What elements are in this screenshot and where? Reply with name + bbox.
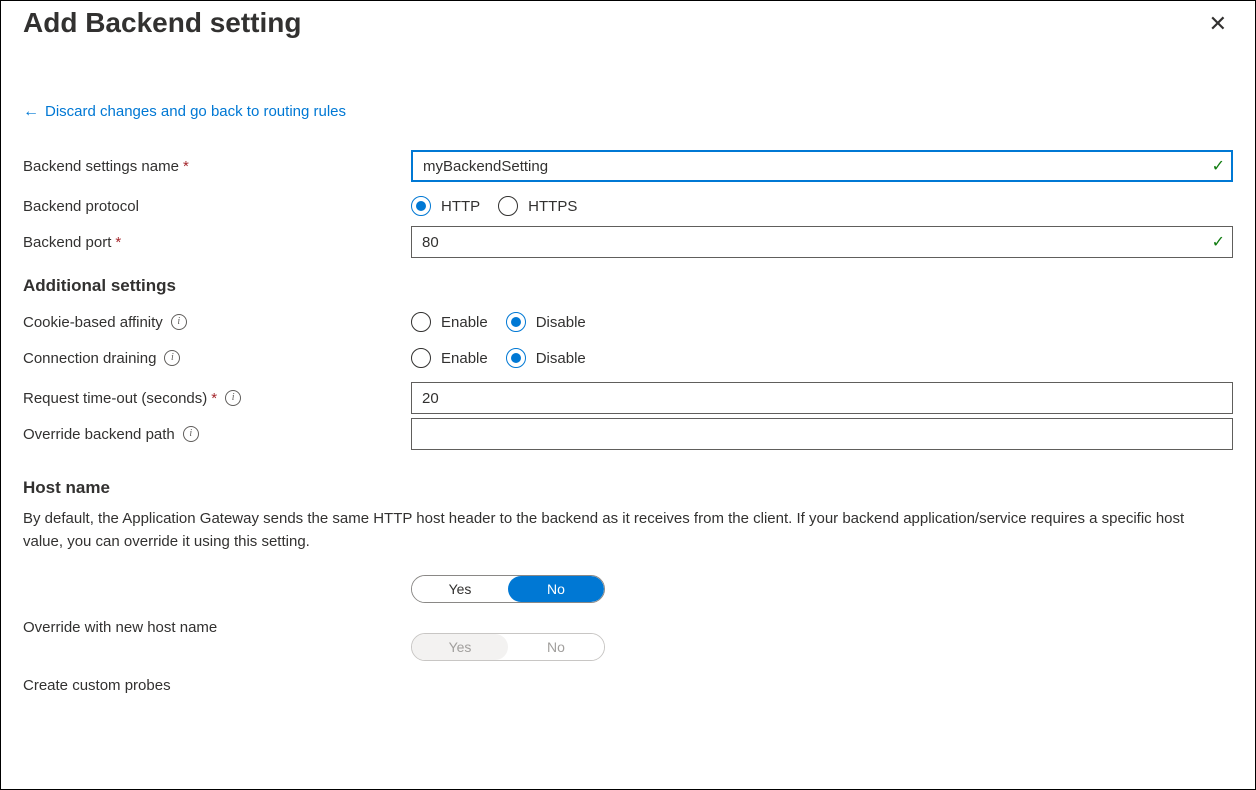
field-request-timeout [411,382,1233,414]
field-cookie-affinity: Enable Disable [411,312,1233,332]
radio-circle-icon [506,312,526,332]
label-text: Backend protocol [23,198,139,215]
form: Backend settings name * ✓ Backend protoc… [23,150,1233,701]
radio-label: HTTP [441,198,480,215]
radio-label: Enable [441,314,488,331]
radio-group-protocol: HTTP HTTPS [411,196,577,216]
row-override-backend-path: Override backend path i [23,418,1233,450]
toggle-host-override-yes[interactable]: Yes [412,576,508,602]
page-title: Add Backend setting [23,7,301,39]
field-override-host-name: Yes No Yes No [411,575,1233,661]
host-name-description: By default, the Application Gateway send… [23,508,1203,553]
label-text: Create custom probes [23,677,171,694]
row-create-custom-probes: Create custom probes [23,669,1233,701]
radio-cookie-enable[interactable]: Enable [411,312,488,332]
radio-https[interactable]: HTTPS [498,196,577,216]
radio-label: Enable [441,350,488,367]
label-backend-protocol: Backend protocol [23,198,411,215]
label-text: Request time-out (seconds) [23,390,207,407]
radio-group-connection-draining: Enable Disable [411,348,586,368]
close-button[interactable]: ✕ [1203,7,1233,41]
info-icon[interactable]: i [183,426,199,442]
label-text: Override backend path [23,426,175,443]
label-override-backend-path: Override backend path i [23,426,411,443]
radio-circle-icon [506,348,526,368]
toggle-host-override: Yes No [411,575,605,603]
radio-label: Disable [536,314,586,331]
required-asterisk: * [211,390,217,407]
label-cookie-affinity: Cookie-based affinity i [23,314,411,331]
override-backend-path-input[interactable] [411,418,1233,450]
checkmark-icon: ✓ [1212,232,1225,252]
input-wrap: ✓ [411,226,1233,258]
row-backend-settings-name: Backend settings name * ✓ [23,150,1233,182]
label-backend-settings-name: Backend settings name * [23,158,411,175]
add-backend-setting-panel: Add Backend setting ✕ ← Discard changes … [0,0,1256,790]
label-text: Cookie-based affinity [23,314,163,331]
toggle-host-override-no[interactable]: No [508,576,604,602]
toggle-create-custom-probes-inline: Yes No [411,633,605,661]
radio-circle-icon [411,348,431,368]
row-connection-draining: Connection draining i Enable Disable [23,342,1233,374]
arrow-left-icon: ← [23,104,39,120]
checkmark-icon: ✓ [1212,156,1225,176]
radio-label: HTTPS [528,198,577,215]
row-backend-port: Backend port * ✓ [23,226,1233,258]
radio-drain-disable[interactable]: Disable [506,348,586,368]
radio-http[interactable]: HTTP [411,196,480,216]
label-text: Backend settings name [23,158,179,175]
toggle-custom-probes-yes: Yes [412,634,508,660]
row-request-timeout: Request time-out (seconds) * i [23,382,1233,414]
input-wrap [411,418,1233,450]
label-request-timeout: Request time-out (seconds) * i [23,390,411,407]
back-link-text: Discard changes and go back to routing r… [45,103,346,120]
row-override-host-name: Override with new host name Yes No Yes N… [23,575,1233,661]
close-icon: ✕ [1209,11,1227,36]
radio-label: Disable [536,350,586,367]
label-text: Connection draining [23,350,156,367]
label-backend-port: Backend port * [23,234,411,251]
label-override-host-name: Override with new host name [23,575,411,636]
section-additional-settings: Additional settings [23,276,1233,296]
row-backend-protocol: Backend protocol HTTP HTTPS [23,190,1233,222]
label-text: Override with new host name [23,619,217,636]
field-backend-settings-name: ✓ [411,150,1233,182]
row-cookie-affinity: Cookie-based affinity i Enable Disable [23,306,1233,338]
radio-circle-icon [498,196,518,216]
label-text: Backend port [23,234,111,251]
input-wrap: ✓ [411,150,1233,182]
info-icon[interactable]: i [171,314,187,330]
panel-header: Add Backend setting ✕ [23,1,1233,41]
required-asterisk: * [115,234,121,251]
radio-drain-enable[interactable]: Enable [411,348,488,368]
request-timeout-input[interactable] [411,382,1233,414]
info-icon[interactable]: i [164,350,180,366]
radio-group-cookie-affinity: Enable Disable [411,312,586,332]
radio-circle-icon [411,196,431,216]
label-connection-draining: Connection draining i [23,350,411,367]
field-backend-protocol: HTTP HTTPS [411,196,1233,216]
section-host-name: Host name [23,478,1233,498]
required-asterisk: * [183,158,189,175]
discard-back-link[interactable]: ← Discard changes and go back to routing… [23,103,346,120]
input-wrap [411,382,1233,414]
radio-cookie-disable[interactable]: Disable [506,312,586,332]
field-connection-draining: Enable Disable [411,348,1233,368]
label-create-custom-probes: Create custom probes [23,677,411,694]
field-override-backend-path [411,418,1233,450]
backend-settings-name-input[interactable] [411,150,1233,182]
backend-port-input[interactable] [411,226,1233,258]
field-backend-port: ✓ [411,226,1233,258]
toggle-custom-probes-no: No [508,634,604,660]
radio-circle-icon [411,312,431,332]
info-icon[interactable]: i [225,390,241,406]
